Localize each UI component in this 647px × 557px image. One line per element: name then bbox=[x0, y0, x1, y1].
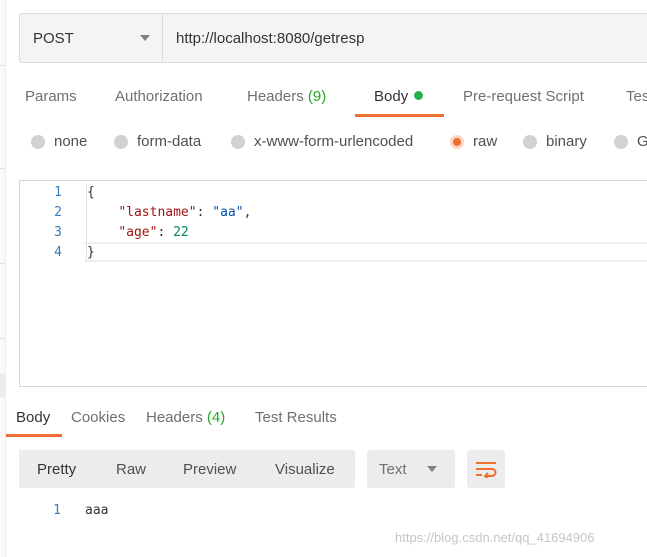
divider bbox=[0, 263, 6, 264]
line-number: 2 bbox=[54, 205, 62, 220]
radio-raw[interactable]: raw bbox=[450, 133, 497, 150]
method-label: POST bbox=[33, 29, 74, 47]
line-number: 1 bbox=[54, 185, 62, 200]
response-tab-body-underline bbox=[6, 434, 62, 437]
radio-icon bbox=[231, 134, 245, 149]
divider bbox=[0, 65, 6, 66]
tab-tests[interactable]: Tes bbox=[626, 88, 647, 105]
response-tab-body[interactable]: Body bbox=[16, 409, 50, 426]
active-indicator-dot bbox=[414, 91, 424, 100]
radio-binary[interactable]: binary bbox=[523, 133, 587, 150]
chevron-down-icon bbox=[427, 466, 437, 472]
json-key: "age" bbox=[118, 225, 158, 240]
radio-icon bbox=[614, 134, 628, 149]
sidebar-scroll-shade bbox=[0, 373, 6, 397]
view-mode-switch: Pretty Raw Preview Visualize bbox=[19, 450, 355, 488]
wrap-lines-icon bbox=[476, 462, 497, 478]
code-line-1: { bbox=[87, 185, 95, 200]
divider bbox=[0, 338, 6, 339]
radio-none[interactable]: none bbox=[31, 133, 87, 150]
json-number-value: 22 bbox=[173, 225, 189, 240]
response-line-number: 1 bbox=[53, 503, 61, 518]
format-label: Text bbox=[379, 460, 407, 478]
response-body-text: aaa bbox=[85, 503, 109, 518]
response-tab-cookies[interactable]: Cookies bbox=[71, 409, 125, 426]
view-raw-button[interactable]: Raw bbox=[116, 450, 176, 488]
format-select[interactable]: Text bbox=[367, 450, 455, 488]
radio-icon bbox=[523, 134, 537, 149]
json-key: "lastname" bbox=[118, 205, 197, 220]
tab-params[interactable]: Params bbox=[25, 88, 77, 105]
active-line-highlight bbox=[84, 242, 647, 262]
tab-headers[interactable]: Headers (9) bbox=[247, 88, 326, 105]
view-pretty-button[interactable]: Pretty bbox=[19, 450, 98, 488]
watermark: https://blog.csdn.net/qq_41694906 bbox=[395, 530, 595, 545]
sidebar-edge bbox=[0, 0, 6, 557]
response-tab-test-results[interactable]: Test Results bbox=[255, 409, 337, 426]
response-headers-count: (4) bbox=[206, 409, 226, 426]
radio-x-www-form-urlencoded[interactable]: x-www-form-urlencoded bbox=[231, 133, 413, 150]
code-line-3: "age": 22 bbox=[118, 225, 189, 240]
radio-selected-icon bbox=[450, 134, 464, 149]
radio-icon bbox=[31, 134, 45, 149]
code-editor[interactable]: 1 2 3 4 { "lastname": "aa", "age": 22 } bbox=[19, 180, 647, 387]
url-text: http://localhost:8080/getresp bbox=[176, 29, 365, 47]
headers-count: (9) bbox=[307, 88, 327, 105]
view-visualize-button[interactable]: Visualize bbox=[275, 450, 355, 488]
radio-form-data[interactable]: form-data bbox=[114, 133, 201, 150]
tab-body-underline bbox=[355, 114, 444, 117]
line-number: 4 bbox=[54, 245, 62, 260]
code-line-2: "lastname": "aa", bbox=[118, 205, 252, 220]
response-tab-headers[interactable]: Headers (4) bbox=[146, 409, 225, 426]
tab-pre-request-script[interactable]: Pre-request Script bbox=[463, 88, 584, 105]
tab-authorization[interactable]: Authorization bbox=[115, 88, 203, 105]
tab-body[interactable]: Body bbox=[374, 88, 424, 105]
wrap-lines-button[interactable] bbox=[467, 450, 505, 488]
radio-icon bbox=[114, 134, 128, 149]
line-number: 3 bbox=[54, 225, 62, 240]
json-string-value: "aa" bbox=[212, 205, 244, 220]
divider bbox=[0, 168, 6, 169]
code-line-4: } bbox=[87, 245, 95, 260]
radio-graphql[interactable]: G bbox=[614, 133, 647, 150]
url-input[interactable]: http://localhost:8080/getresp bbox=[162, 13, 647, 63]
method-select[interactable]: POST bbox=[19, 13, 162, 63]
chevron-down-icon bbox=[140, 35, 150, 41]
view-preview-button[interactable]: Preview bbox=[183, 450, 263, 488]
